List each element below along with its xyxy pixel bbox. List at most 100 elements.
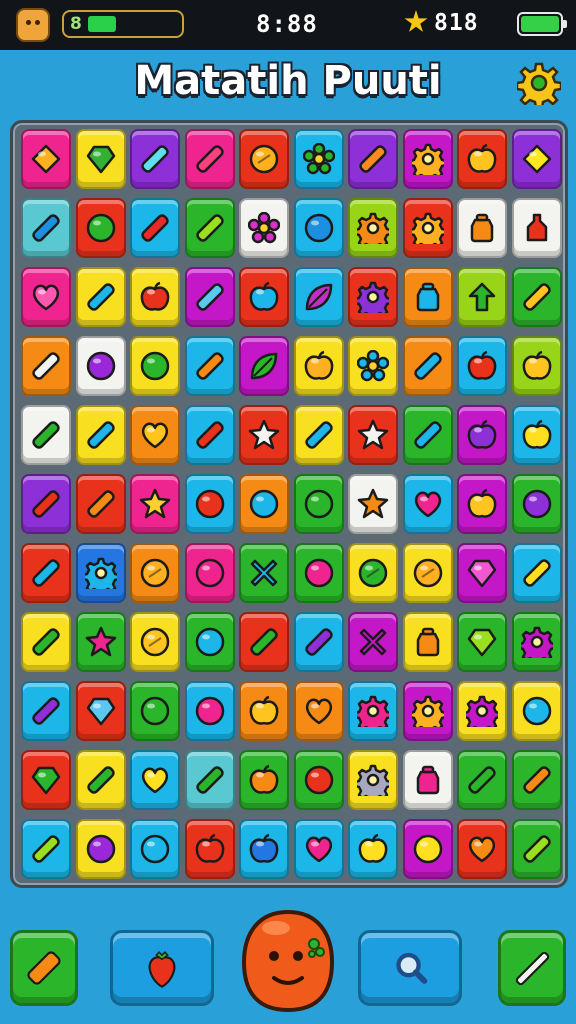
tile-pot[interactable] bbox=[402, 267, 453, 327]
tile-circle[interactable] bbox=[184, 612, 235, 672]
tile-heart[interactable] bbox=[293, 819, 344, 879]
tile-apple[interactable] bbox=[511, 405, 562, 465]
tile-apple[interactable] bbox=[457, 336, 507, 396]
tile-star[interactable] bbox=[348, 474, 398, 534]
tile-pot[interactable] bbox=[402, 612, 453, 672]
tile-circle[interactable] bbox=[75, 819, 126, 879]
tile-circle[interactable] bbox=[402, 819, 453, 879]
tile-circle[interactable] bbox=[75, 336, 126, 396]
tile-gem[interactable] bbox=[457, 612, 507, 672]
mascot-button[interactable] bbox=[240, 906, 336, 1016]
tile-bar[interactable] bbox=[184, 267, 235, 327]
tile-cross[interactable] bbox=[239, 543, 289, 603]
tile-bar[interactable] bbox=[75, 750, 126, 810]
tile-apple[interactable] bbox=[293, 336, 344, 396]
tile-bar[interactable] bbox=[293, 612, 344, 672]
tile-heart[interactable] bbox=[21, 267, 71, 327]
tile-apple[interactable] bbox=[457, 474, 507, 534]
tile-apple[interactable] bbox=[130, 267, 180, 327]
tile-flower[interactable] bbox=[239, 198, 289, 258]
tile-circle[interactable] bbox=[293, 543, 344, 603]
tile-apple[interactable] bbox=[457, 405, 507, 465]
wand-button[interactable] bbox=[498, 930, 566, 1006]
tile-gear[interactable] bbox=[457, 681, 507, 741]
tile-bar[interactable] bbox=[75, 267, 126, 327]
tile-circle[interactable] bbox=[184, 474, 235, 534]
tile-bar[interactable] bbox=[239, 612, 289, 672]
tile-gear[interactable] bbox=[348, 198, 398, 258]
tile-star[interactable] bbox=[130, 474, 180, 534]
tile-gear[interactable] bbox=[348, 750, 398, 810]
tile-heart[interactable] bbox=[293, 681, 344, 741]
tile-star[interactable] bbox=[348, 405, 398, 465]
tile-bar[interactable] bbox=[184, 336, 235, 396]
tile-circle[interactable] bbox=[184, 543, 235, 603]
tile-flower[interactable] bbox=[293, 129, 344, 189]
tile-bar[interactable] bbox=[130, 129, 180, 189]
tile-coin[interactable] bbox=[402, 543, 453, 603]
tile-coin[interactable] bbox=[239, 129, 289, 189]
tile-bar[interactable] bbox=[184, 129, 235, 189]
tile-bottle[interactable] bbox=[511, 198, 562, 258]
tile-apple[interactable] bbox=[457, 129, 507, 189]
tile-gem[interactable] bbox=[457, 543, 507, 603]
tile-gear[interactable] bbox=[402, 198, 453, 258]
tile-gear[interactable] bbox=[402, 681, 453, 741]
tile-circle[interactable] bbox=[130, 336, 180, 396]
tile-leaf[interactable] bbox=[293, 267, 344, 327]
tile-bar[interactable] bbox=[348, 129, 398, 189]
tile-bar[interactable] bbox=[75, 474, 126, 534]
tile-diamond[interactable] bbox=[511, 129, 562, 189]
tile-apple[interactable] bbox=[348, 819, 398, 879]
tile-bar[interactable] bbox=[21, 612, 71, 672]
tile-star[interactable] bbox=[239, 405, 289, 465]
tile-circle[interactable] bbox=[293, 750, 344, 810]
tile-apple[interactable] bbox=[239, 267, 289, 327]
tile-coin[interactable] bbox=[130, 612, 180, 672]
tile-bar[interactable] bbox=[21, 681, 71, 741]
tile-circle[interactable] bbox=[293, 474, 344, 534]
tile-bar[interactable] bbox=[21, 543, 71, 603]
tile-bar[interactable] bbox=[130, 198, 180, 258]
tile-star[interactable] bbox=[75, 612, 126, 672]
settings-button[interactable] bbox=[516, 60, 562, 106]
tile-bar[interactable] bbox=[402, 336, 453, 396]
tile-pot[interactable] bbox=[402, 750, 453, 810]
tile-gear[interactable] bbox=[402, 129, 453, 189]
tile-gem[interactable] bbox=[75, 129, 126, 189]
tile-gear[interactable] bbox=[75, 543, 126, 603]
pet-icon[interactable] bbox=[16, 8, 50, 42]
tile-circle[interactable] bbox=[293, 198, 344, 258]
tile-circle[interactable] bbox=[511, 474, 562, 534]
tile-diamond[interactable] bbox=[21, 129, 71, 189]
tile-bar[interactable] bbox=[21, 198, 71, 258]
tile-bar[interactable] bbox=[21, 405, 71, 465]
tile-coin[interactable] bbox=[130, 543, 180, 603]
tile-circle[interactable] bbox=[130, 819, 180, 879]
tile-apple[interactable] bbox=[239, 819, 289, 879]
tile-gear[interactable] bbox=[348, 267, 398, 327]
tile-arrow[interactable] bbox=[457, 267, 507, 327]
tile-gem[interactable] bbox=[75, 681, 126, 741]
tile-bar[interactable] bbox=[511, 267, 562, 327]
tile-bar[interactable] bbox=[184, 405, 235, 465]
tile-coin[interactable] bbox=[348, 543, 398, 603]
tile-bar[interactable] bbox=[511, 543, 562, 603]
tile-heart[interactable] bbox=[130, 405, 180, 465]
tile-bar[interactable] bbox=[75, 405, 126, 465]
eraser-button[interactable] bbox=[10, 930, 78, 1006]
tile-gear[interactable] bbox=[511, 612, 562, 672]
tile-circle[interactable] bbox=[239, 474, 289, 534]
tile-circle[interactable] bbox=[511, 681, 562, 741]
tile-circle[interactable] bbox=[130, 681, 180, 741]
tile-pot[interactable] bbox=[457, 198, 507, 258]
search-button[interactable] bbox=[358, 930, 462, 1006]
tile-apple[interactable] bbox=[239, 750, 289, 810]
strawberry-button[interactable] bbox=[110, 930, 214, 1006]
tile-circle[interactable] bbox=[75, 198, 126, 258]
tile-heart[interactable] bbox=[457, 819, 507, 879]
tile-apple[interactable] bbox=[184, 819, 235, 879]
tile-bar[interactable] bbox=[293, 405, 344, 465]
tile-bar[interactable] bbox=[184, 750, 235, 810]
tile-bar[interactable] bbox=[21, 474, 71, 534]
